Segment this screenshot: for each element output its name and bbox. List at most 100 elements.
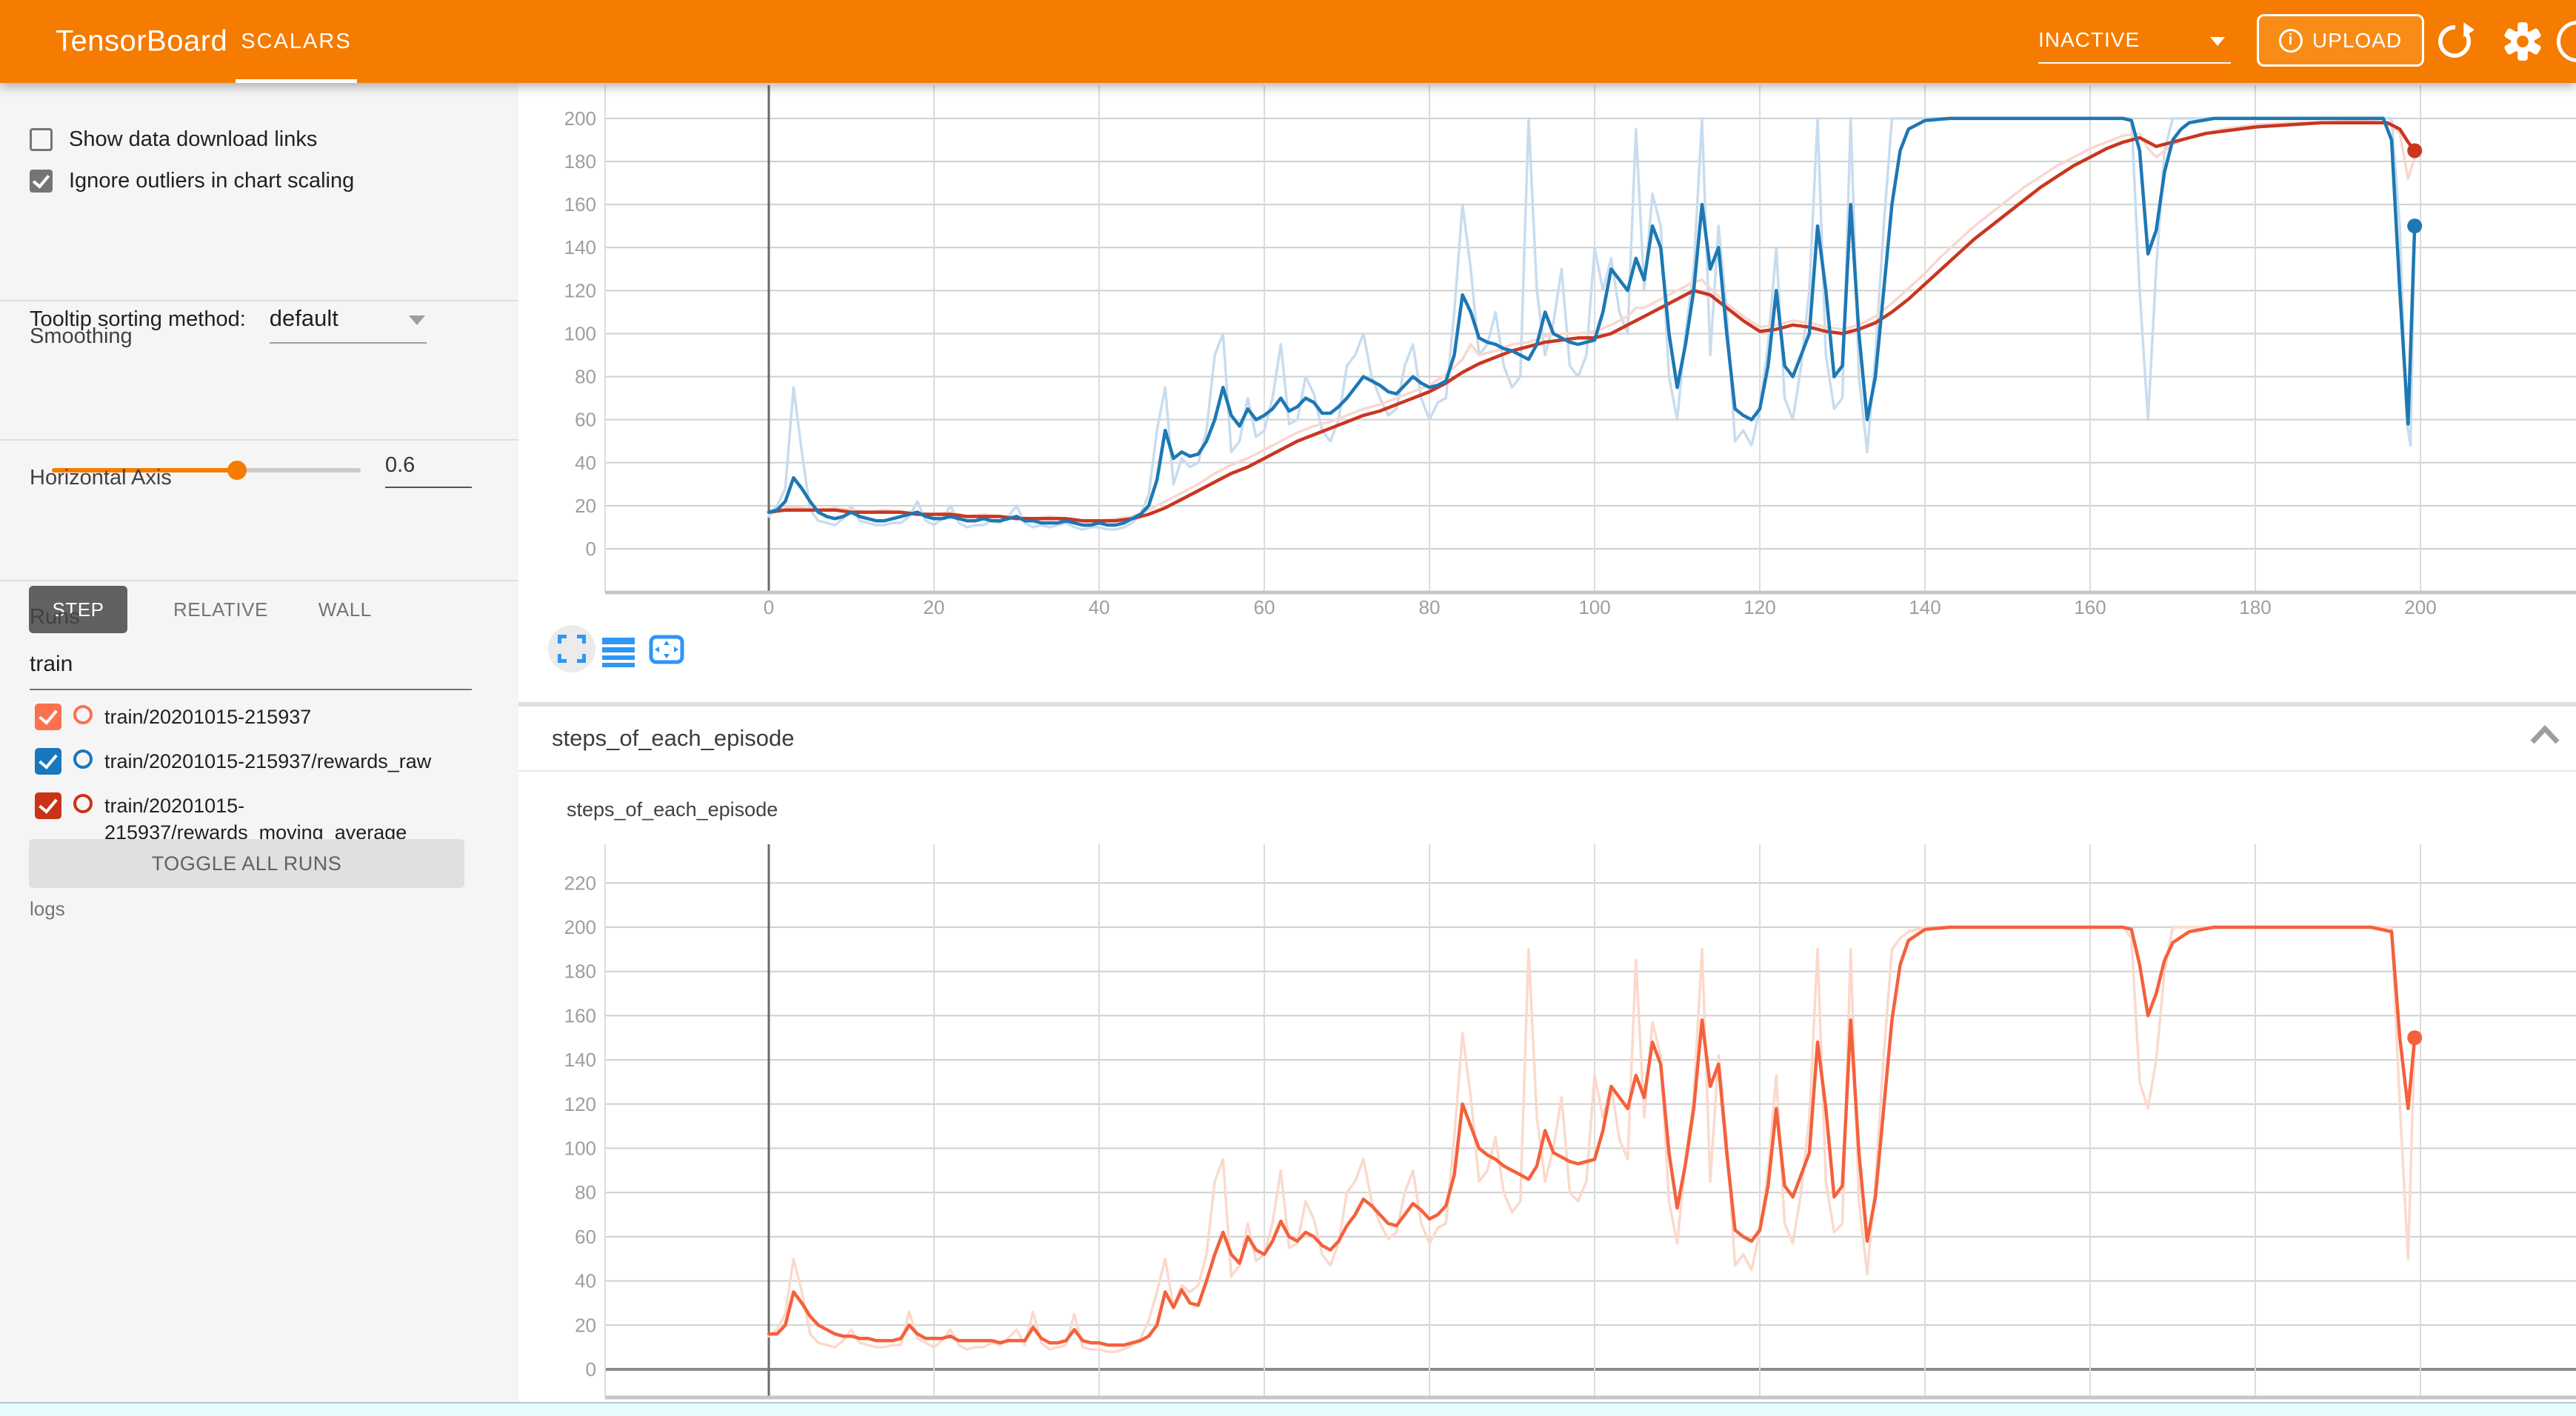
gear-icon[interactable] bbox=[2503, 21, 2543, 61]
y-tick-label: 180 bbox=[564, 150, 596, 173]
smoothing-slider-thumb[interactable] bbox=[227, 461, 247, 480]
active-tab-underline bbox=[236, 79, 357, 83]
y-tick-label: 100 bbox=[564, 1138, 596, 1160]
y-tick-label: 0 bbox=[586, 538, 596, 560]
run-color-ring bbox=[73, 794, 93, 813]
app-header: TensorBoard SCALARS INACTIVE i UPLOAD bbox=[0, 0, 2576, 83]
app-title: TensorBoard bbox=[56, 25, 227, 59]
x-tick-label: 100 bbox=[1578, 596, 1610, 618]
x-tick-label: 200 bbox=[2404, 596, 2436, 618]
x-tick-label: 140 bbox=[1909, 596, 1941, 618]
x-tick-label: 60 bbox=[1254, 596, 1275, 618]
run-checkbox[interactable] bbox=[35, 792, 61, 819]
divider bbox=[0, 580, 518, 581]
series-rewards_raw-unsmoothed bbox=[769, 118, 2415, 530]
smoothing-value-input[interactable]: 0.6 bbox=[385, 453, 472, 488]
upload-button[interactable]: i UPLOAD bbox=[2257, 14, 2424, 67]
toggle-all-runs-button[interactable]: TOGGLE ALL RUNS bbox=[29, 839, 464, 888]
series-steps bbox=[769, 927, 2415, 1345]
y-tick-label: 120 bbox=[564, 1093, 596, 1115]
y-tick-label: 120 bbox=[564, 279, 596, 301]
series-rewards_raw bbox=[769, 118, 2415, 525]
tab-scalars-label: SCALARS bbox=[241, 30, 351, 54]
chart-card-title: steps_of_each_episode bbox=[567, 798, 778, 821]
x-tick-label: 180 bbox=[2239, 596, 2271, 618]
upload-button-label: UPLOAD bbox=[2312, 29, 2402, 53]
rewards-chart[interactable]: 0 20 40 60 80 100 120 140 160 180 200 0 20 40 60 80 100 1… bbox=[518, 85, 2576, 632]
y-tick-label: 60 bbox=[575, 409, 596, 431]
run-label: train/20201015-215937/rewards_raw bbox=[104, 748, 431, 775]
run-color-ring bbox=[73, 705, 93, 724]
tab-scalars[interactable]: SCALARS bbox=[236, 0, 357, 83]
checkbox-label: Ignore outliers in chart scaling bbox=[69, 169, 354, 193]
checkbox-icon[interactable] bbox=[30, 128, 53, 151]
x-tick-label: 80 bbox=[1419, 596, 1441, 618]
y-tick-label: 0 bbox=[586, 1358, 596, 1380]
checkbox-ignore-outliers[interactable]: Ignore outliers in chart scaling bbox=[30, 169, 354, 193]
collapse-chevron-icon[interactable] bbox=[2529, 724, 2561, 747]
x-tick-label: 0 bbox=[764, 596, 774, 618]
run-item[interactable]: train/20201015-215937/rewards_raw bbox=[35, 748, 431, 775]
checkbox-label: Show data download links bbox=[69, 127, 317, 152]
status-dropdown-value: INACTIVE bbox=[2038, 28, 2140, 52]
run-label: train/20201015-215937/rewards_moving_ave… bbox=[104, 792, 475, 846]
fit-domain-icon[interactable] bbox=[649, 635, 684, 664]
run-checkbox[interactable] bbox=[35, 748, 61, 775]
chevron-down-icon bbox=[2210, 37, 2225, 46]
y-tick-label: 200 bbox=[564, 107, 596, 130]
chevron-down-icon bbox=[409, 315, 425, 325]
runs-label: Runs bbox=[30, 605, 80, 629]
y-tick-label: 60 bbox=[575, 1226, 596, 1248]
series-rewards_moving_average-unsmoothed bbox=[769, 121, 2415, 521]
y-tick-label: 80 bbox=[575, 366, 596, 388]
horizontal-axis-label: Horizontal Axis bbox=[30, 466, 172, 490]
y-tick-label: 140 bbox=[564, 236, 596, 258]
run-checkbox[interactable] bbox=[35, 704, 61, 730]
series-rewards_moving_average bbox=[769, 123, 2415, 521]
y-tick-label: 220 bbox=[564, 872, 596, 894]
main-content: 0204060801001201401601802000204060801001… bbox=[518, 83, 2576, 1405]
y-tick-label: 140 bbox=[564, 1049, 596, 1071]
series-steps-unsmoothed bbox=[769, 927, 2415, 1352]
help-icon[interactable] bbox=[2557, 21, 2576, 62]
y-tick-label: 160 bbox=[564, 1004, 596, 1026]
refresh-icon[interactable] bbox=[2435, 21, 2475, 61]
final-value-dot bbox=[2407, 1030, 2422, 1045]
tag-section-header[interactable]: steps_of_each_episode bbox=[518, 707, 2576, 772]
runs-filter-input[interactable]: train bbox=[30, 652, 472, 690]
run-item[interactable]: train/20201015-215937 bbox=[35, 704, 311, 730]
y-tick-label: 20 bbox=[575, 495, 596, 517]
y-tick-label: 200 bbox=[564, 916, 596, 938]
run-color-ring bbox=[73, 749, 93, 769]
axis-option-wall[interactable]: WALL bbox=[318, 598, 372, 621]
x-tick-label: 40 bbox=[1089, 596, 1110, 618]
smoothing-label: Smoothing bbox=[30, 324, 133, 349]
divider bbox=[0, 300, 518, 301]
run-label: train/20201015-215937 bbox=[104, 704, 311, 730]
y-tick-label: 20 bbox=[575, 1314, 596, 1336]
expand-chart-icon[interactable] bbox=[558, 635, 586, 663]
horizontal-scrollbar[interactable] bbox=[0, 1402, 2576, 1416]
axis-option-relative[interactable]: RELATIVE bbox=[173, 598, 268, 621]
x-tick-label: 120 bbox=[1744, 596, 1775, 618]
steps-chart[interactable]: 0 20 40 60 80 100 120 140 160 180 200 220 bbox=[518, 844, 2576, 1401]
y-tick-label: 180 bbox=[564, 961, 596, 983]
x-tick-label: 160 bbox=[2074, 596, 2106, 618]
x-tick-label: 20 bbox=[924, 596, 945, 618]
data-series-list-icon[interactable] bbox=[602, 636, 635, 669]
y-tick-label: 80 bbox=[575, 1181, 596, 1203]
tooltip-sorting-dropdown[interactable]: default bbox=[270, 305, 427, 344]
tooltip-sorting-value: default bbox=[270, 305, 338, 331]
tag-section-title: steps_of_each_episode bbox=[552, 725, 794, 752]
checkbox-show-download-links[interactable]: Show data download links bbox=[30, 127, 317, 152]
y-tick-label: 40 bbox=[575, 452, 596, 474]
checkbox-icon[interactable] bbox=[30, 170, 53, 193]
divider bbox=[0, 439, 518, 441]
run-item[interactable]: train/20201015-215937/rewards_moving_ave… bbox=[35, 792, 475, 846]
y-tick-label: 100 bbox=[564, 322, 596, 344]
sidebar: Show data download links Ignore outliers… bbox=[0, 83, 518, 1405]
status-dropdown[interactable]: INACTIVE bbox=[2038, 18, 2231, 64]
info-icon: i bbox=[2279, 29, 2303, 53]
y-tick-label: 40 bbox=[575, 1270, 596, 1292]
final-value-dot bbox=[2407, 218, 2422, 233]
